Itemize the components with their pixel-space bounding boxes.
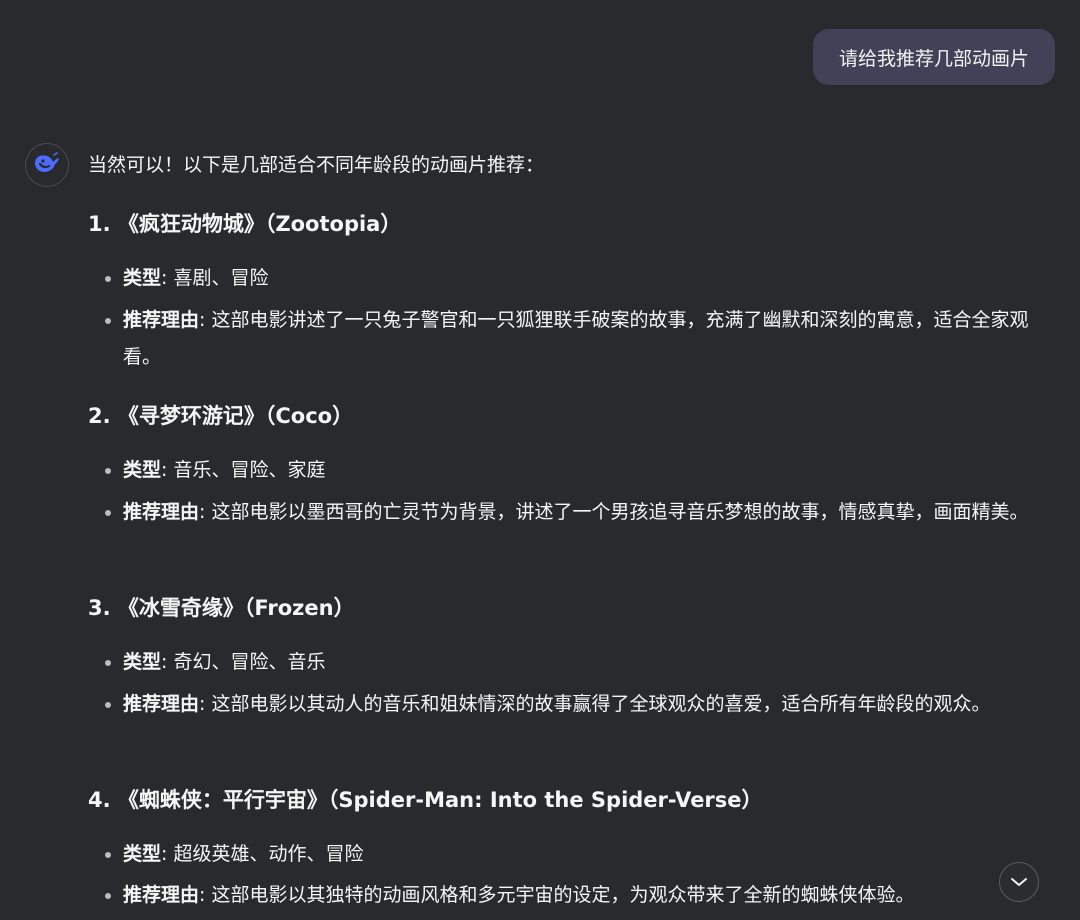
list-item-reason: 推荐理由: 这部电影以墨西哥的亡灵节为背景，讲述了一个男孩追寻音乐梦想的故事，情…	[88, 494, 1048, 531]
reason-label: 推荐理由	[123, 884, 200, 906]
movie-title: 3. 《冰雪奇缘》（Frozen）	[88, 596, 355, 620]
bullet-dot	[105, 468, 111, 474]
chat-page: 请给我推荐几部动画片 当然可以！以下是几部适合不同年龄段的动画片推荐： 1. 《…	[0, 0, 1080, 920]
assistant-avatar	[25, 143, 69, 187]
bullet-dot	[105, 852, 111, 858]
reason-label: 推荐理由	[123, 309, 200, 331]
bullet-dot	[105, 276, 111, 282]
genre-value: : 奇幻、冒险、音乐	[161, 651, 326, 673]
reason-value: : 这部电影以其独特的动画风格和多元宇宙的设定，为观众带来了全新的蜘蛛侠体验。	[199, 884, 915, 906]
list-item-reason: 推荐理由: 这部电影讲述了一只兔子警官和一只狐狸联手破案的故事，充满了幽默和深刻…	[88, 302, 1048, 376]
list-item-genre: 类型: 奇幻、冒险、音乐	[88, 644, 1048, 681]
genre-label: 类型	[123, 267, 162, 289]
whale-logo-icon	[33, 152, 61, 178]
reason-label: 推荐理由	[123, 693, 200, 715]
movie-title: 2. 《寻梦环游记》（Coco）	[88, 404, 354, 428]
bullet-dot	[105, 702, 111, 708]
genre-value: : 超级英雄、动作、冒险	[161, 843, 364, 865]
user-message-text: 请给我推荐几部动画片	[838, 47, 1029, 70]
movie-title: 1. 《疯狂动物城》（Zootopia）	[88, 212, 402, 236]
movie-title: 4. 《蜘蛛侠：平行宇宙》（Spider-Man: Into the Spide…	[88, 788, 763, 812]
reason-label: 推荐理由	[123, 501, 200, 523]
genre-label: 类型	[123, 843, 162, 865]
bullet-dot	[105, 660, 111, 666]
list-item-reason: 推荐理由: 这部电影以其独特的动画风格和多元宇宙的设定，为观众带来了全新的蜘蛛侠…	[88, 877, 1048, 914]
bullet-dot	[105, 318, 111, 324]
bullet-dot	[105, 510, 111, 516]
answer-intro: 当然可以！以下是几部适合不同年龄段的动画片推荐：	[88, 154, 545, 176]
genre-label: 类型	[123, 459, 162, 481]
chevron-down-icon	[1010, 873, 1028, 892]
scroll-to-bottom-button[interactable]	[999, 862, 1039, 902]
list-item-genre: 类型: 超级英雄、动作、冒险	[88, 836, 1048, 873]
genre-value: : 音乐、冒险、家庭	[161, 459, 326, 481]
list-item-genre: 类型: 音乐、冒险、家庭	[88, 452, 1048, 489]
bullet-dot	[105, 893, 111, 899]
list-item-reason: 推荐理由: 这部电影以其动人的音乐和姐妹情深的故事赢得了全球观众的喜爱，适合所有…	[88, 686, 1048, 723]
reason-value: : 这部电影讲述了一只兔子警官和一只狐狸联手破案的故事，充满了幽默和深刻的寓意，…	[123, 309, 1029, 368]
user-message-bubble: 请给我推荐几部动画片	[812, 29, 1055, 85]
list-item-genre: 类型: 喜剧、冒险	[88, 260, 1048, 297]
genre-value: : 喜剧、冒险	[161, 267, 269, 289]
reason-value: : 这部电影以其动人的音乐和姐妹情深的故事赢得了全球观众的喜爱，适合所有年龄段的…	[199, 693, 991, 715]
reason-value: : 这部电影以墨西哥的亡灵节为背景，讲述了一个男孩追寻音乐梦想的故事，情感真挚，…	[199, 501, 1029, 523]
genre-label: 类型	[123, 651, 162, 673]
